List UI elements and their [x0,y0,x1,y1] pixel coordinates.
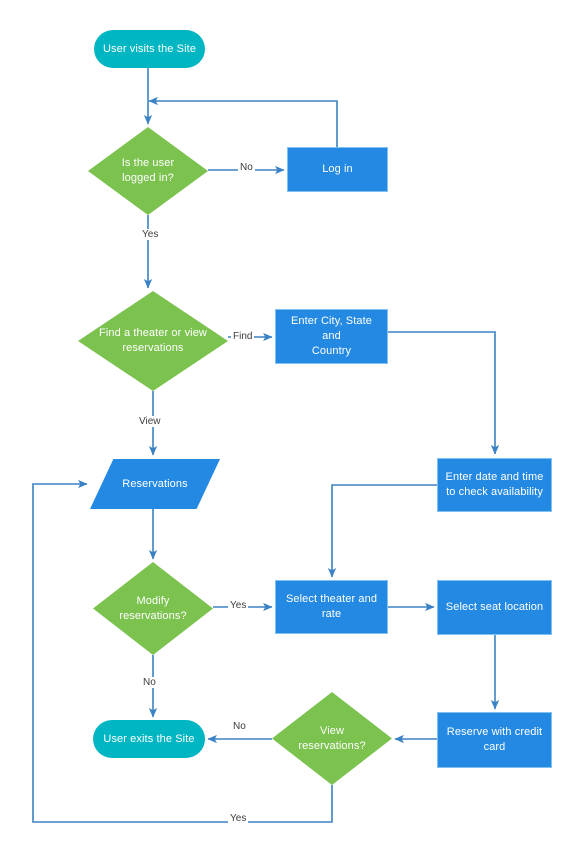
edge-label-modify-no: No [141,677,158,688]
node-reserve-with-credit-card[interactable]: Reserve with credit card [437,712,552,768]
edge-label-logged-in-no: No [238,162,255,173]
node-find-a-theater-or-view-reservations[interactable]: Find a theater or view reservations [78,291,228,391]
node-label: View reservations? [298,724,366,752]
edge-label-view: View [137,416,163,427]
node-label: Find a theater or view reservations [99,327,207,354]
node-label: Enter City, State and Country [291,315,372,357]
node-log-in[interactable]: Log in [287,147,388,192]
node-view-reservations[interactable]: View reservations? [272,692,392,785]
flowchart-canvas: Log in --> find_or_view --> enter_city -… [0,0,588,844]
node-modify-reservations[interactable]: Modify reservations? [93,562,213,655]
node-is-the-user-logged-in[interactable]: Is the user logged in? [88,127,208,215]
node-label: Reservations [122,477,188,490]
node-label: Reserve with credit card [446,726,543,753]
node-label: Modify reservations? [119,594,187,622]
node-user-visits-the-site[interactable]: User visits the Site [94,30,205,68]
node-label: Log in [322,163,353,176]
node-reservations[interactable]: Reservations [90,459,220,509]
node-label: Enter date and time to check availabilit… [445,471,544,498]
edge-label-modify-yes: Yes [228,600,249,611]
edge-label-logged-in-yes: Yes [140,229,161,240]
node-select-seat-location[interactable]: Select seat location [437,580,552,635]
node-label: User visits the Site [102,42,197,55]
node-user-exits-the-site[interactable]: User exits the Site [93,720,205,758]
node-select-theater-and-rate[interactable]: Select theater and rate [275,580,388,634]
edge-enter-date-to-select-theater [327,484,437,578]
node-label: Is the user logged in? [121,157,175,184]
edge-label-view-res-yes: Yes [228,813,249,824]
node-label: Select theater and rate [285,593,378,620]
edge-label-find: Find [231,331,255,342]
edge-label-view-res-no: No [231,721,248,732]
edge-enter-city-to-enter-date [388,331,500,455]
node-enter-city-state-and-country[interactable]: Enter City, State and Country [275,309,388,364]
node-enter-date-and-time-to-check-availability[interactable]: Enter date and time to check availabilit… [437,458,552,512]
node-label: User exits the Site [103,732,195,745]
node-label: Select seat location [445,601,544,614]
